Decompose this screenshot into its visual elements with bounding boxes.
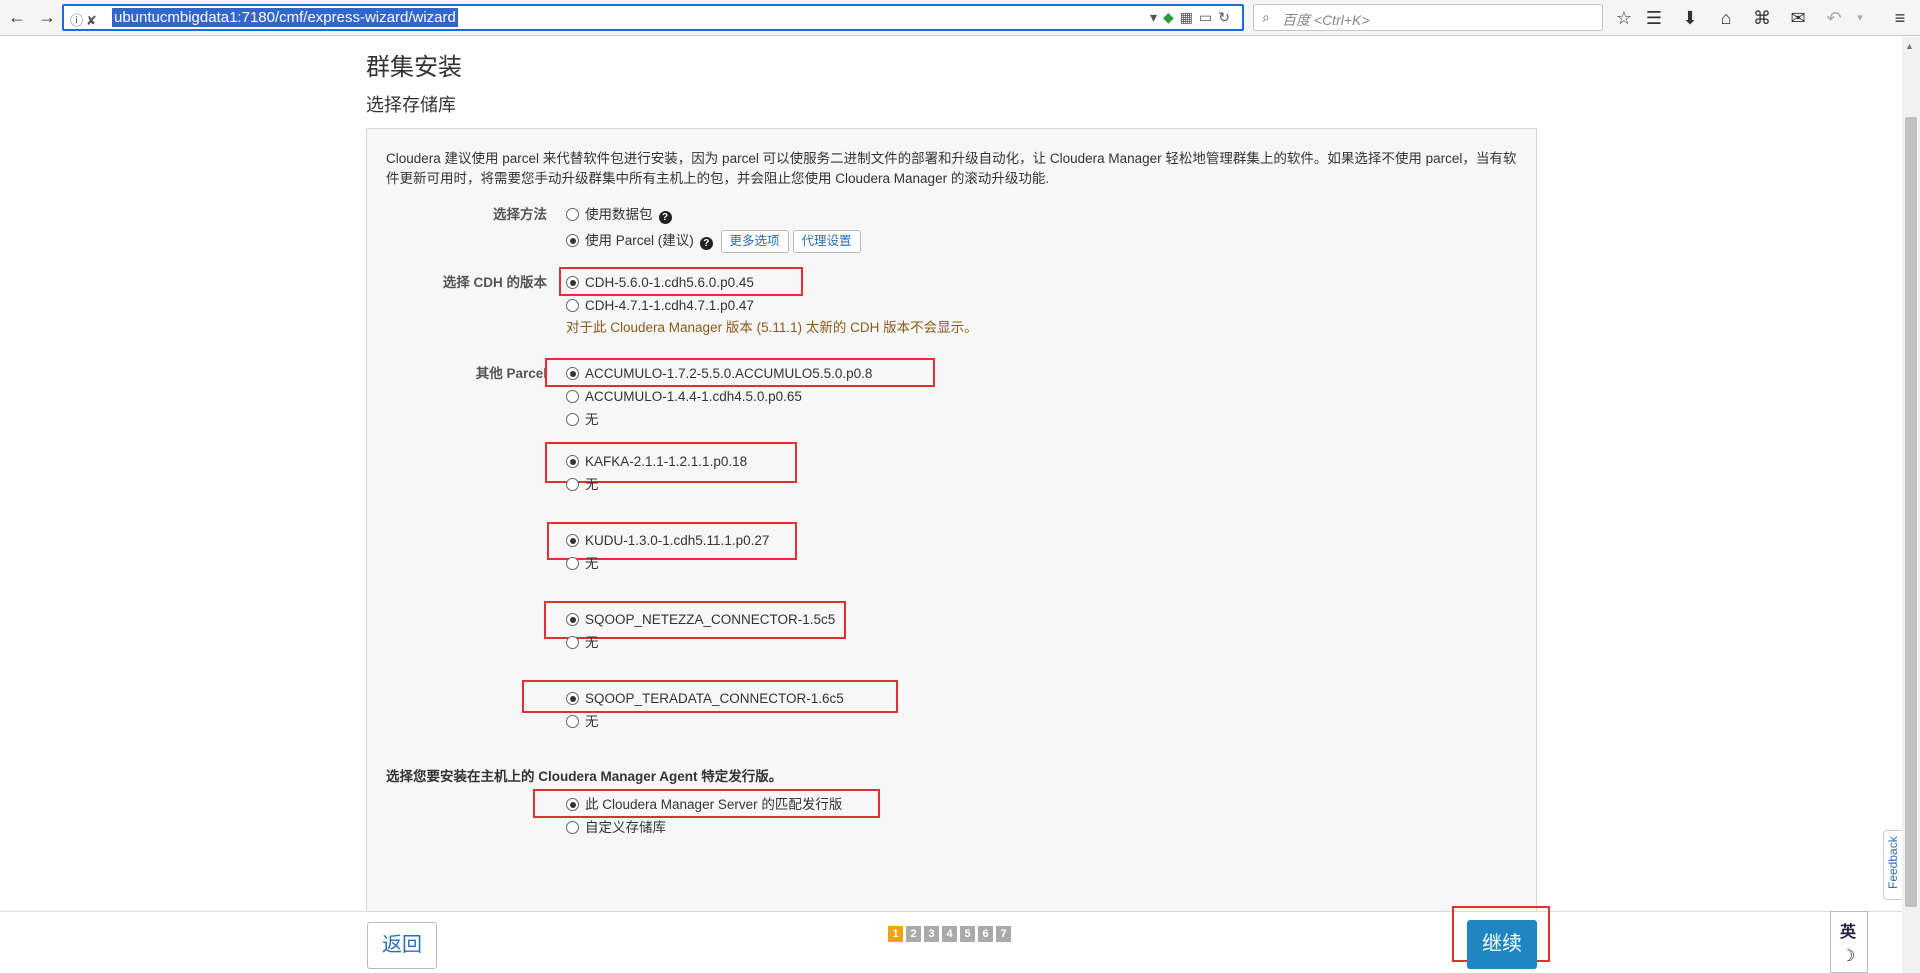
radio-button[interactable] bbox=[566, 413, 579, 426]
forward-arrow-icon[interactable]: → bbox=[36, 6, 58, 28]
search-icon: ⌕ bbox=[1262, 9, 1270, 25]
radio-button-selected[interactable] bbox=[566, 613, 579, 626]
step-7[interactable]: 7 bbox=[996, 926, 1011, 942]
ime-indicator[interactable]: 英 ☽ bbox=[1830, 911, 1868, 973]
sqoop-teradata-option[interactable]: 无 bbox=[566, 710, 599, 734]
agent-option-custom[interactable]: 自定义存储库 bbox=[566, 816, 666, 840]
radio-button-selected[interactable] bbox=[566, 534, 579, 547]
cdh-version-label: 选择 CDH 的版本 bbox=[442, 275, 547, 290]
radio-button-selected[interactable] bbox=[566, 234, 579, 247]
url-input[interactable]: ubuntucmbigdata1:7180/cmf/express-wizard… bbox=[112, 8, 458, 27]
radio-button[interactable] bbox=[566, 821, 579, 834]
qr-code-icon[interactable]: ▦ bbox=[1180, 9, 1199, 25]
step-indicator: 1234567 bbox=[888, 924, 1014, 942]
intro-text: Cloudera 建议使用 parcel 来代替软件包进行安装，因为 parce… bbox=[386, 151, 1517, 186]
page-subtitle: 选择存储库 bbox=[366, 95, 456, 115]
continue-button[interactable]: 继续 bbox=[1467, 920, 1537, 969]
undo-icon[interactable]: ↶ bbox=[1822, 6, 1846, 30]
undo-dropdown-icon[interactable]: ▾ bbox=[1848, 6, 1872, 30]
sqoop-netezza-option[interactable]: SQOOP_NETEZZA_CONNECTOR-1.5c5 bbox=[566, 608, 835, 632]
proxy-settings-button[interactable]: 代理设置 bbox=[792, 230, 861, 253]
radio-button[interactable] bbox=[566, 557, 579, 570]
bookmarks-list-icon[interactable]: ☰ bbox=[1642, 6, 1666, 30]
radio-button-selected[interactable] bbox=[566, 798, 579, 811]
kafka-option[interactable]: KAFKA-2.1.1-1.2.1.1.p0.18 bbox=[566, 450, 747, 474]
radio-button-selected[interactable] bbox=[566, 276, 579, 289]
radio-button[interactable] bbox=[566, 299, 579, 312]
repository-panel: Cloudera 建议使用 parcel 来代替软件包进行安装，因为 parce… bbox=[366, 128, 1537, 911]
help-icon[interactable]: ? bbox=[658, 211, 672, 224]
radio-button[interactable] bbox=[566, 636, 579, 649]
chat-bubble-icon[interactable]: ✉ bbox=[1786, 6, 1810, 30]
feedback-tab[interactable]: Feedback bbox=[1883, 830, 1902, 900]
step-1[interactable]: 1 bbox=[888, 926, 903, 942]
download-icon[interactable]: ⬇ bbox=[1678, 6, 1702, 30]
scroll-thumb[interactable] bbox=[1905, 117, 1917, 907]
sqoop-netezza-option[interactable]: 无 bbox=[566, 631, 599, 655]
other-parcels-label: 其他 Parcel bbox=[475, 366, 547, 381]
cdh-option[interactable]: CDH-4.7.1-1.cdh4.7.1.p0.47 bbox=[566, 294, 754, 318]
cdh-version-notice: 对于此 Cloudera Manager 版本 (5.11.1) 太新的 CDH… bbox=[566, 320, 978, 335]
accumulo-option[interactable]: ACCUMULO-1.7.2-5.5.0.ACCUMULO5.5.0.p0.8 bbox=[566, 362, 872, 386]
search-input[interactable]: 百度 <Ctrl+K> bbox=[1282, 10, 1370, 30]
radio-button[interactable] bbox=[566, 390, 579, 403]
cdh-option[interactable]: CDH-5.6.0-1.cdh5.6.0.p0.45 bbox=[566, 271, 754, 295]
screenshot-crop-icon[interactable]: ⌘ bbox=[1750, 6, 1774, 30]
agent-option-matched[interactable]: 此 Cloudera Manager Server 的匹配发行版 bbox=[566, 793, 842, 817]
radio-button-selected[interactable] bbox=[566, 367, 579, 380]
vertical-scrollbar[interactable]: ▲ bbox=[1902, 37, 1920, 973]
method-option-packages[interactable]: 使用数据包? bbox=[566, 203, 672, 227]
dropdown-icon[interactable]: ▾ bbox=[1150, 9, 1163, 25]
reload-icon[interactable]: ↻ bbox=[1218, 9, 1236, 25]
wizard-footer: 返回 1234567 继续 bbox=[0, 906, 1902, 973]
step-6[interactable]: 6 bbox=[978, 926, 993, 942]
menu-hamburger-icon[interactable]: ≡ bbox=[1888, 6, 1912, 30]
browser-toolbar: ← → ⓘ✘ ubuntucmbigdata1:7180/cmf/express… bbox=[0, 0, 1920, 36]
search-bar[interactable]: ⌕ 百度 <Ctrl+K> bbox=[1253, 4, 1603, 31]
moon-icon: ☽ bbox=[1841, 948, 1856, 965]
accumulo-option[interactable]: 无 bbox=[566, 408, 599, 432]
page-title: 群集安装 bbox=[366, 54, 462, 81]
radio-button[interactable] bbox=[566, 208, 579, 221]
home-icon[interactable]: ⌂ bbox=[1714, 6, 1738, 30]
reader-view-icon[interactable]: ▭ bbox=[1199, 9, 1218, 25]
site-info-icon[interactable]: ⓘ✘ bbox=[70, 10, 100, 29]
shield-icon[interactable]: ◆ bbox=[1163, 9, 1180, 25]
ime-language: 英 bbox=[1840, 924, 1857, 941]
kafka-option[interactable]: 无 bbox=[566, 473, 599, 497]
sqoop-teradata-option[interactable]: SQOOP_TERADATA_CONNECTOR-1.6c5 bbox=[566, 687, 844, 711]
address-bar[interactable]: ⓘ✘ ubuntucmbigdata1:7180/cmf/express-wiz… bbox=[62, 4, 1244, 31]
back-arrow-icon[interactable]: ← bbox=[6, 6, 28, 28]
method-label: 选择方法 bbox=[493, 207, 547, 222]
step-5[interactable]: 5 bbox=[960, 926, 975, 942]
more-options-button[interactable]: 更多选项 bbox=[720, 230, 789, 253]
wizard-page: 群集安装 选择存储库 Cloudera 建议使用 parcel 来代替软件包进行… bbox=[0, 37, 1902, 911]
back-button[interactable]: 返回 bbox=[367, 922, 437, 969]
help-icon[interactable]: ? bbox=[699, 237, 713, 250]
radio-button[interactable] bbox=[566, 715, 579, 728]
radio-button-selected[interactable] bbox=[566, 692, 579, 705]
kudu-option[interactable]: 无 bbox=[566, 552, 599, 576]
step-3[interactable]: 3 bbox=[924, 926, 939, 942]
kudu-option[interactable]: KUDU-1.3.0-1.cdh5.11.1.p0.27 bbox=[566, 529, 769, 553]
radio-button-selected[interactable] bbox=[566, 455, 579, 468]
method-option-parcel[interactable]: 使用 Parcel (建议)? 更多选项 代理设置 bbox=[566, 229, 861, 253]
agent-label: 选择您要安装在主机上的 Cloudera Manager Agent 特定发行版… bbox=[386, 769, 783, 784]
step-2[interactable]: 2 bbox=[906, 926, 921, 942]
accumulo-option[interactable]: ACCUMULO-1.4.4-1.cdh4.5.0.p0.65 bbox=[566, 385, 802, 409]
bookmark-star-icon[interactable]: ☆ bbox=[1612, 6, 1636, 30]
scroll-up-icon[interactable]: ▲ bbox=[1905, 41, 1914, 51]
step-4[interactable]: 4 bbox=[942, 926, 957, 942]
radio-button[interactable] bbox=[566, 478, 579, 491]
